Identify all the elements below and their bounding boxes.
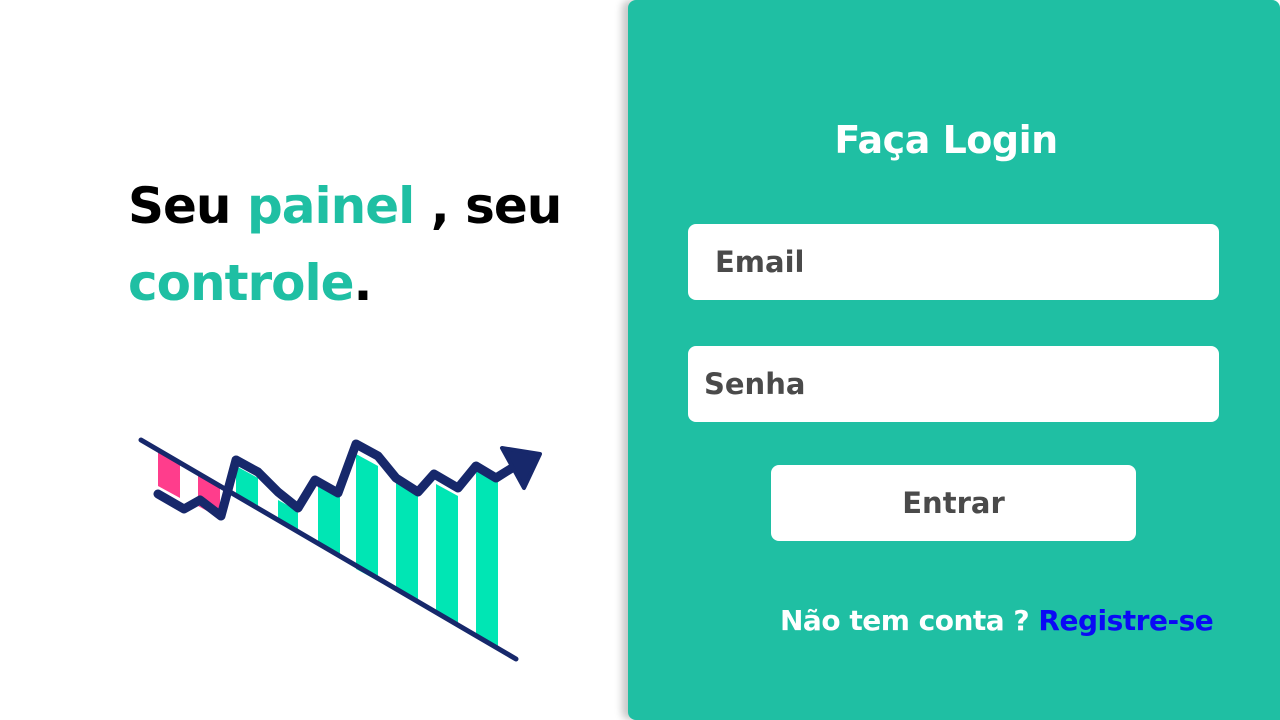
hero-word-period: . [353, 254, 373, 312]
register-prompt: Não tem conta ? Registre-se [780, 604, 1220, 637]
login-title: Faça Login [834, 118, 1058, 162]
hero-word-comma-seu: , seu [430, 177, 563, 235]
email-input[interactable] [688, 224, 1219, 300]
trending-up-chart-icon [138, 437, 542, 662]
password-input[interactable] [688, 346, 1219, 422]
chart-baseline [138, 437, 519, 662]
register-link[interactable]: Registre-se [1038, 604, 1213, 637]
hero-word-controle: controle [128, 254, 355, 312]
no-account-text: Não tem conta ? [780, 604, 1030, 637]
hero-headline: Seu painel , seu controle. [128, 168, 568, 322]
login-panel: Faça Login Entrar Não tem conta ? Regist… [628, 0, 1280, 720]
hero-word-seu: Seu [128, 177, 232, 235]
hero-word-painel: painel [246, 177, 415, 235]
login-submit-button[interactable]: Entrar [771, 465, 1136, 541]
